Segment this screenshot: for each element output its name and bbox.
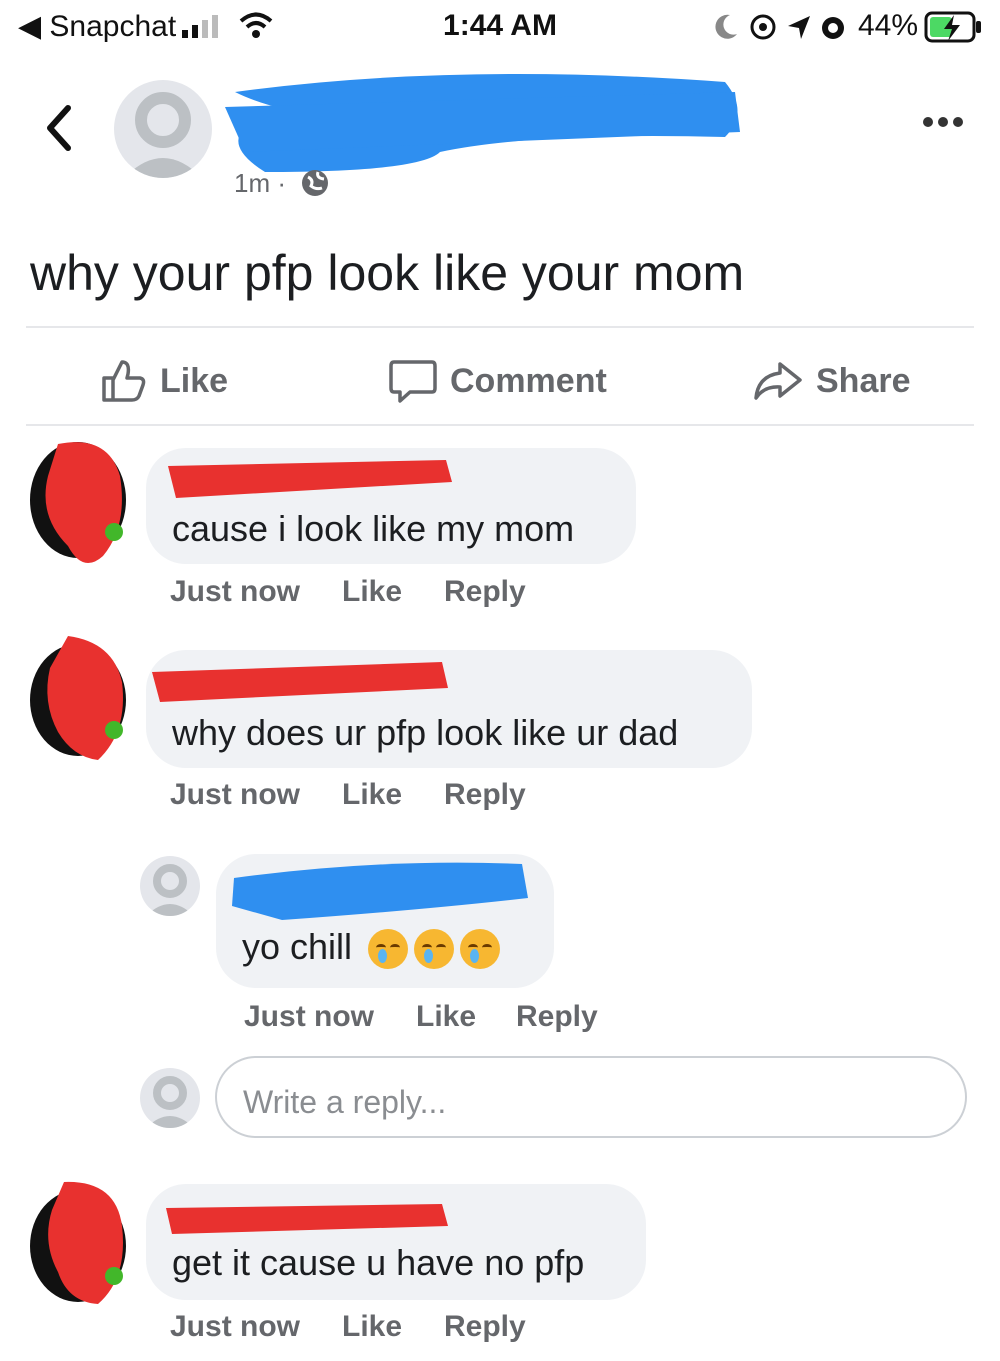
- reply-text-content: yo chill: [242, 926, 353, 967]
- comment-reply-link[interactable]: Reply: [444, 778, 526, 812]
- post-timestamp: 1m ·: [234, 168, 286, 198]
- comment-bubble: cause i look like my mom: [146, 448, 636, 564]
- comment-like-link[interactable]: Like: [342, 575, 402, 609]
- reply-text: yo chill: [242, 926, 501, 970]
- default-avatar-icon: [146, 1076, 194, 1128]
- current-user-avatar: [140, 1068, 200, 1128]
- comment-label: Comment: [450, 361, 607, 400]
- commenter-avatar[interactable]: [28, 1176, 128, 1310]
- like-button[interactable]: Like: [100, 356, 228, 406]
- like-label: Like: [160, 361, 229, 400]
- divider: [26, 326, 974, 328]
- default-avatar-icon: [146, 864, 194, 916]
- redacted-avatar: [30, 442, 126, 564]
- comment-like-link[interactable]: Like: [342, 1310, 402, 1344]
- post-text: why your pfp look like your mom: [30, 245, 745, 301]
- divider: [26, 424, 974, 426]
- location-icon: [788, 16, 810, 39]
- moon-icon: [715, 14, 737, 39]
- post-author-avatar[interactable]: [114, 80, 212, 178]
- share-icon: [754, 362, 802, 400]
- comment-button[interactable]: Comment: [388, 356, 607, 406]
- battery-icon: [924, 11, 981, 43]
- comment-bubble: get it cause u have no pfp: [146, 1184, 646, 1300]
- redacted-avatar: [30, 636, 126, 760]
- comment-like-link[interactable]: Like: [342, 778, 402, 812]
- reply-time: Just now: [244, 1000, 375, 1033]
- default-avatar-icon: [124, 92, 202, 178]
- globe-icon: [302, 170, 328, 196]
- comment-meta: Just now Like Reply: [170, 778, 570, 814]
- commenter-avatar[interactable]: [28, 632, 128, 766]
- reply-author-avatar[interactable]: [140, 856, 200, 916]
- comment-text: cause i look like my mom: [172, 508, 575, 549]
- battery-percent: 44%: [858, 9, 919, 42]
- comment-text: why does ur pfp look like ur dad: [172, 712, 679, 753]
- back-chevron-icon[interactable]: [40, 98, 80, 158]
- commenter-name-redaction: [166, 1204, 448, 1234]
- commenter-name-redaction: [152, 662, 448, 702]
- comment-time: Just now: [170, 575, 301, 608]
- comment-time: Just now: [170, 1310, 301, 1343]
- reply-like-link[interactable]: Like: [416, 1000, 476, 1034]
- comment-reply-link[interactable]: Reply: [444, 1310, 526, 1344]
- emoji-icon: [460, 929, 501, 970]
- comment-bubble: why does ur pfp look like ur dad: [146, 650, 752, 768]
- comment-reply-link[interactable]: Reply: [444, 575, 526, 609]
- clock: 1:44 AM: [443, 9, 557, 42]
- share-label: Share: [816, 361, 911, 400]
- write-reply-placeholder: Write a reply...: [243, 1084, 447, 1120]
- write-reply-input[interactable]: Write a reply...: [215, 1056, 967, 1138]
- comment-meta: Just now Like Reply: [170, 575, 570, 611]
- more-icon[interactable]: [918, 112, 968, 132]
- like-icon: [102, 360, 146, 402]
- redacted-avatar: [30, 1181, 126, 1304]
- emoji-icon: [368, 929, 409, 970]
- reply-author-redaction: [232, 862, 528, 920]
- commenter-name-redaction: [168, 460, 452, 498]
- reply-bubble: yo chill: [216, 854, 554, 988]
- alarm-icon: [822, 17, 844, 39]
- author-name-redaction: [225, 74, 740, 172]
- comment-icon: [389, 360, 437, 403]
- reply-meta: Just now Like Reply: [244, 1000, 644, 1036]
- status-bar: ◀ Snapchat 1:44 AM 44%: [0, 0, 1000, 56]
- emoji-icon: [414, 929, 455, 970]
- share-button[interactable]: Share: [752, 356, 911, 406]
- orientation-lock-icon: [750, 14, 776, 40]
- reply-reply-link[interactable]: Reply: [516, 1000, 598, 1034]
- comment-text: get it cause u have no pfp: [172, 1242, 585, 1283]
- commenter-avatar[interactable]: [28, 436, 128, 570]
- comment-time: Just now: [170, 778, 301, 811]
- comment-meta: Just now Like Reply: [170, 1310, 570, 1346]
